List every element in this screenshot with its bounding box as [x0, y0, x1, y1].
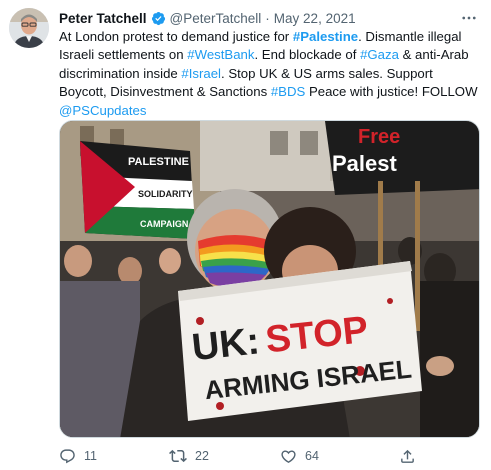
tweet-photo[interactable]: PALESTINE SOLIDARITY CAMPAIGN Free Pales…	[59, 120, 480, 438]
tweet-actions: 11 22 64	[59, 446, 459, 466]
banner-text-palestine: Palest	[332, 151, 397, 176]
flag-text-campaign: CAMPAIGN	[140, 219, 188, 229]
mention-link[interactable]: @PSCupdates	[59, 103, 146, 118]
hashtag-link[interactable]: #Gaza	[360, 47, 399, 62]
text-segment: At London protest to demand justice for	[59, 29, 293, 44]
flag-text-solidarity: SOLIDARITY	[138, 189, 193, 199]
share-icon	[401, 449, 414, 463]
retweet-count: 22	[195, 449, 209, 463]
text-segment: Peace with justice! FOLLOW	[305, 84, 478, 100]
retweet-button[interactable]: 22	[169, 447, 280, 465]
reply-count: 11	[84, 449, 97, 463]
tweet-timestamp[interactable]: May 22, 2021	[274, 11, 356, 26]
hashtag-link[interactable]: #BDS	[271, 84, 305, 99]
avatar[interactable]	[9, 8, 49, 48]
verified-badge-icon	[151, 11, 166, 26]
hashtag-link[interactable]: #Palestine	[293, 29, 358, 44]
tweet-text: At London protest to demand justice for …	[59, 28, 479, 120]
reply-button[interactable]: 11	[59, 448, 169, 465]
text-segment: . End blockade of	[254, 47, 361, 63]
retweet-icon	[169, 449, 187, 463]
tweet-header: Peter Tatchell @PeterTatchell · May 22, …	[59, 9, 455, 27]
like-count: 64	[305, 449, 319, 463]
reply-icon	[60, 448, 75, 463]
like-button[interactable]: 64	[280, 448, 399, 465]
author-name[interactable]: Peter Tatchell	[59, 11, 147, 26]
banner-text-free: Free	[358, 126, 400, 148]
author-handle[interactable]: @PeterTatchell	[170, 11, 262, 26]
hashtag-link[interactable]: #WestBank	[187, 47, 254, 62]
heart-icon	[281, 449, 296, 463]
tweet-card[interactable]: Peter Tatchell @PeterTatchell · May 22, …	[0, 0, 491, 470]
more-dots-icon[interactable]	[459, 9, 479, 27]
hashtag-link[interactable]: #Israel	[181, 66, 221, 81]
sign-text-uk: UK:	[190, 320, 262, 369]
header-separator: ·	[265, 10, 270, 26]
share-button[interactable]	[399, 448, 424, 465]
flag-text-palestine: PALESTINE	[128, 156, 189, 168]
